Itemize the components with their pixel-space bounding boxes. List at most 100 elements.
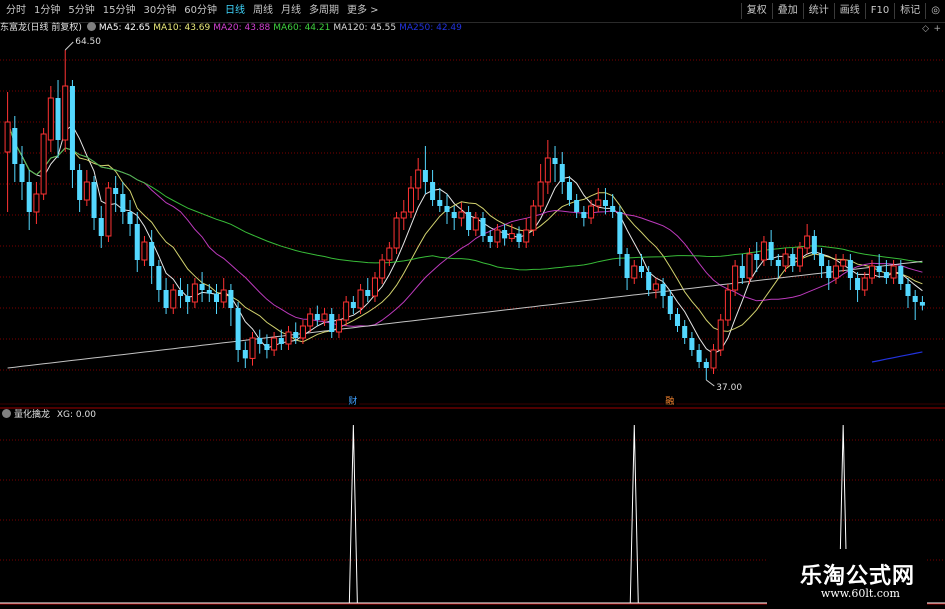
- candle-body: [350, 302, 356, 308]
- candle-body: [91, 182, 97, 218]
- candle-body: [610, 206, 616, 212]
- candle-body: [466, 212, 472, 230]
- candle-body: [574, 200, 580, 212]
- candle-body: [444, 206, 450, 212]
- candle-body: [739, 266, 745, 278]
- candle-body: [502, 230, 508, 239]
- candle-body: [235, 308, 241, 350]
- candle-body: [213, 293, 220, 302]
- candle-body: [33, 193, 40, 213]
- candle-body: [840, 259, 847, 267]
- candle-body: [321, 313, 328, 321]
- ma-line: [871, 351, 923, 363]
- indicator-settings-dot-icon[interactable]: [2, 409, 11, 418]
- candle-body: [581, 212, 587, 218]
- candle-body: [156, 266, 162, 290]
- indicator-name[interactable]: 量化擒龙: [14, 410, 50, 420]
- candle-body: [703, 362, 709, 368]
- candle-body: [141, 241, 148, 261]
- candle-body: [890, 265, 897, 279]
- candle-body: [170, 289, 177, 309]
- candle-body: [682, 326, 688, 338]
- candle-body: [163, 290, 169, 308]
- event-marker: 融: [665, 396, 674, 407]
- candle-body: [544, 157, 551, 183]
- candle-body: [257, 338, 263, 344]
- candle-body: [120, 194, 126, 212]
- candle-body: [177, 290, 183, 296]
- candle-body: [494, 229, 501, 243]
- candle-body: [689, 338, 695, 350]
- candle-body: [314, 314, 320, 320]
- candle-body: [624, 254, 630, 278]
- candle-body: [400, 211, 407, 219]
- candle-body: [77, 170, 83, 200]
- indicator-header: 量化擒龙 XG: 0.00: [0, 409, 96, 422]
- candle-body: [19, 164, 25, 182]
- candle-body: [149, 242, 155, 266]
- candle-body: [62, 85, 69, 141]
- candle-body: [285, 331, 292, 345]
- candle-body: [631, 265, 638, 279]
- candle-body: [379, 259, 386, 279]
- candle-body: [696, 350, 702, 362]
- candle-body: [602, 200, 608, 206]
- candle-body: [299, 325, 306, 339]
- high-marker-line: [64, 41, 74, 51]
- candle-body: [790, 254, 796, 266]
- signal-spike: [629, 424, 639, 604]
- candle-body: [264, 344, 270, 350]
- candle-body: [47, 97, 54, 141]
- candle-body: [775, 260, 781, 266]
- candle-body: [242, 350, 248, 359]
- candle-body: [329, 314, 335, 332]
- candle-body: [105, 187, 112, 237]
- candle-body: [552, 158, 558, 164]
- candle-body: [912, 296, 918, 302]
- candle-body: [430, 182, 436, 200]
- candle-body: [127, 212, 133, 224]
- candle-body: [523, 229, 530, 243]
- candle-body: [12, 128, 18, 164]
- candle-body: [754, 254, 760, 260]
- candle-body: [724, 289, 731, 321]
- candle-body: [371, 277, 378, 297]
- candle-body: [343, 301, 350, 321]
- candle-body: [876, 266, 882, 272]
- candle-body: [55, 98, 61, 140]
- candle-body: [674, 314, 681, 326]
- candle-body: [220, 289, 227, 303]
- candle-body: [660, 284, 666, 296]
- candle-body: [638, 266, 644, 272]
- candle-body: [458, 211, 465, 219]
- candle-body: [26, 182, 32, 212]
- candle-body: [919, 302, 925, 306]
- candle-body: [271, 337, 278, 351]
- candle-body: [437, 200, 443, 206]
- candle-body: [732, 265, 739, 291]
- watermark-title: 乐淘公式网: [799, 564, 915, 589]
- signal-spike: [348, 424, 358, 604]
- candle-body: [508, 233, 515, 239]
- candle-body: [98, 218, 104, 236]
- candle-body: [566, 182, 572, 200]
- candle-body: [472, 217, 479, 231]
- candle-body: [595, 199, 602, 207]
- candle-body: [811, 236, 817, 254]
- candle-body: [191, 283, 198, 303]
- candle-body: [646, 272, 652, 290]
- candle-body: [393, 217, 400, 249]
- candle-body: [883, 272, 889, 278]
- candle-body: [480, 218, 486, 236]
- candle-body: [83, 181, 90, 201]
- candle-body: [710, 349, 717, 369]
- candle-body: [4, 121, 11, 153]
- candle-body: [588, 205, 595, 219]
- candle-body: [832, 265, 839, 279]
- kline-chart[interactable]: 64.50 37.00 财 融: [0, 0, 945, 609]
- watermark-url: www.60lt.com: [820, 587, 900, 600]
- candle-body: [422, 170, 428, 182]
- candle-body: [386, 247, 393, 261]
- low-price-label: 37.00: [716, 383, 742, 393]
- candle-body: [134, 224, 140, 260]
